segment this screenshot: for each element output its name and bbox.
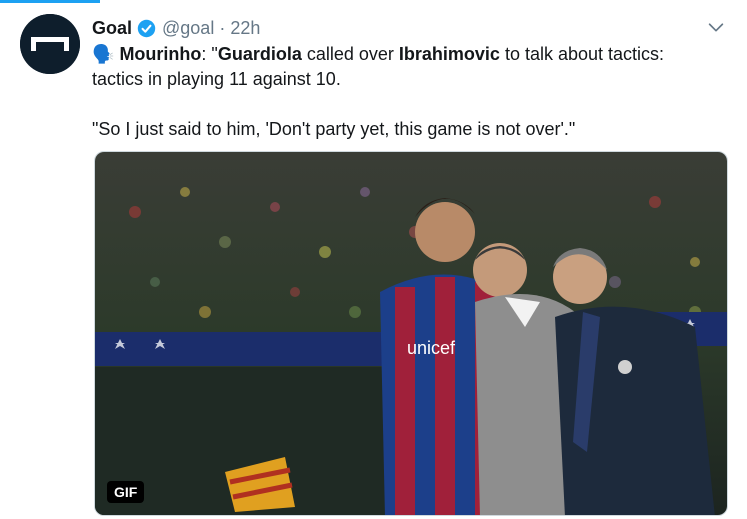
text-segment: to talk about tactics: <box>499 44 665 64</box>
gif-badge: GIF <box>107 481 145 503</box>
chevron-down-icon[interactable] <box>705 16 727 43</box>
gif-media[interactable]: unicef GIF <box>94 151 728 516</box>
gif-scene-image: unicef <box>95 152 727 515</box>
speaker-name: Mourinho <box>119 44 202 64</box>
speaking-head-emoji: 🗣️ <box>92 44 115 64</box>
mention-guardiola: Guardiola <box>217 44 302 64</box>
author-handle[interactable]: @goal <box>162 18 214 39</box>
author-name[interactable]: Goal <box>92 18 132 39</box>
mention-ibrahimovic: Ibrahimovic <box>398 44 500 64</box>
verified-badge-icon <box>137 19 156 38</box>
goal-logo-icon <box>20 14 80 74</box>
tweet-line-1: 🗣️ Mourinho: "Guardiola called over Ibra… <box>92 42 732 67</box>
tweet-quote: "So I just said to him, 'Don't party yet… <box>92 119 576 139</box>
tweet-text: 🗣️ Mourinho: "Guardiola called over Ibra… <box>92 42 732 142</box>
jersey-sponsor-text: unicef <box>407 338 456 358</box>
tweet-time[interactable]: 22h <box>230 18 260 39</box>
text-segment: called over <box>301 44 399 64</box>
tweet-header: Goal @goal · 22h <box>92 16 727 40</box>
text-segment: : " <box>201 44 218 64</box>
separator-dot: · <box>219 17 226 38</box>
avatar[interactable] <box>20 14 80 74</box>
tweet-line-2: tactics in playing 11 against 10. <box>92 69 341 89</box>
top-accent-line <box>0 0 100 3</box>
